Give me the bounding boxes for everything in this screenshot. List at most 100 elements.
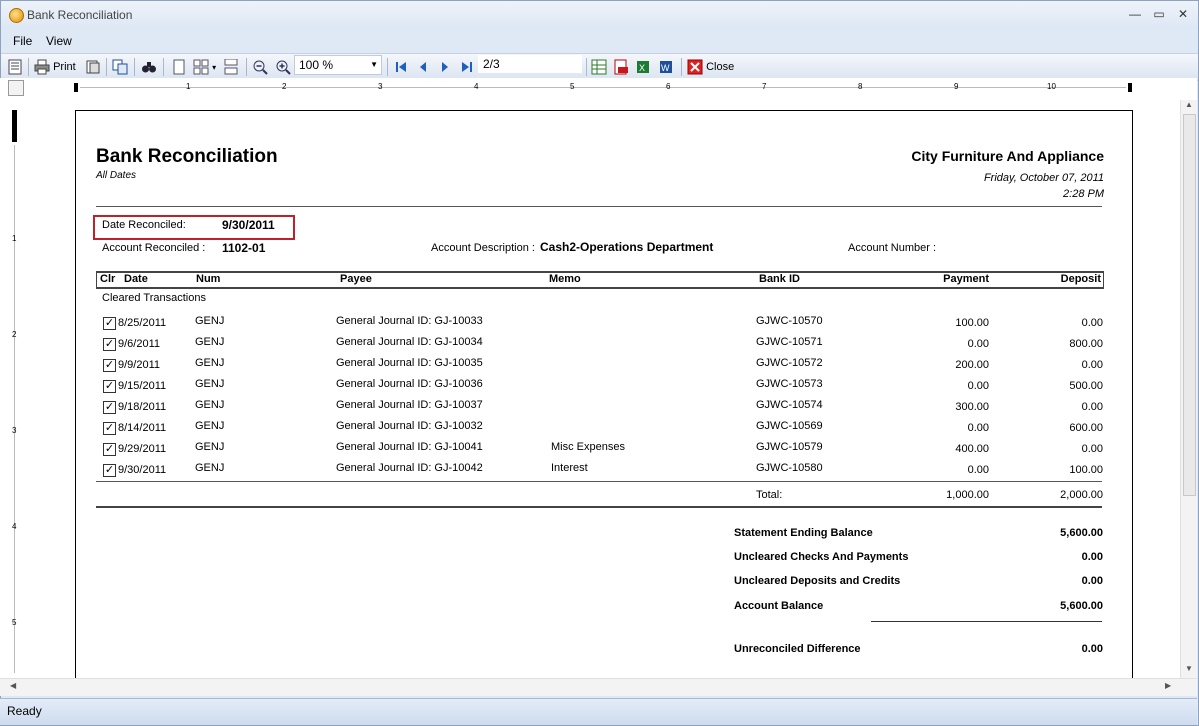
find-button[interactable] — [141, 58, 157, 76]
next-page-button[interactable] — [437, 58, 453, 76]
binoculars-icon — [142, 62, 156, 73]
scroll-up-icon[interactable]: ▲ — [1185, 100, 1193, 109]
row-payee: General Journal ID: GJ-10036 — [336, 378, 483, 390]
continuous-button[interactable] — [223, 58, 239, 76]
export-pdf-button[interactable] — [613, 58, 629, 76]
export-xls-button[interactable]: X — [635, 58, 651, 76]
row-payee: General Journal ID: GJ-10042 — [336, 462, 483, 474]
section-label: Cleared Transactions — [102, 292, 206, 304]
row-deposit: 100.00 — [1069, 464, 1103, 476]
scroll-down-icon[interactable]: ▼ — [1185, 664, 1193, 673]
toolbar-separator — [586, 58, 587, 76]
account-number-label: Account Number : — [848, 242, 937, 254]
multiple-pages-button[interactable]: ▾ — [193, 58, 216, 76]
horizontal-scrollbar[interactable]: ◀ ▶ — [0, 678, 1197, 696]
export-excel-button[interactable] — [591, 58, 607, 76]
close-report-button[interactable]: Close — [687, 58, 734, 76]
menu-bar: File View — [1, 29, 1198, 53]
toolbar: Print ▾ X W Close — [1, 53, 1198, 81]
close-icon — [687, 59, 703, 75]
page-number: 2/3 — [483, 57, 500, 71]
minimize-button[interactable]: — — [1124, 5, 1146, 23]
toolbar-separator — [246, 58, 247, 76]
row-payee: General Journal ID: GJ-10033 — [336, 315, 483, 327]
row-date: 9/15/2011 — [118, 380, 167, 392]
column-payee: Payee — [340, 273, 372, 285]
cleared-checkbox[interactable]: ✓ — [103, 380, 116, 393]
column-deposit: Deposit — [1060, 273, 1101, 285]
printer-icon — [34, 59, 50, 75]
ruler-mark: 4 — [12, 522, 17, 531]
scroll-right-icon[interactable]: ▶ — [1165, 681, 1171, 690]
cleared-checkbox[interactable]: ✓ — [103, 359, 116, 372]
scroll-left-icon[interactable]: ◀ — [10, 681, 16, 690]
row-payment: 0.00 — [967, 464, 989, 476]
zoom-in-button[interactable] — [275, 58, 291, 76]
row-payment: 0.00 — [967, 422, 989, 434]
row-payee: General Journal ID: GJ-10035 — [336, 357, 483, 369]
status-bar: Ready — [0, 698, 1197, 725]
copy-button[interactable] — [112, 58, 128, 76]
cleared-checkbox[interactable]: ✓ — [103, 443, 116, 456]
single-page-button[interactable] — [171, 58, 187, 76]
vertical-scrollbar[interactable]: ▲ ▼ — [1180, 100, 1197, 678]
header-divider — [96, 206, 1102, 207]
title-bar: Bank Reconciliation — ▭ ✕ — [1, 1, 1198, 29]
zoom-select[interactable]: 100 % ▼ — [294, 55, 382, 75]
zoom-in-icon — [276, 60, 291, 75]
zoom-out-button[interactable] — [252, 58, 268, 76]
ruler-mark: 5 — [12, 618, 17, 627]
quick-print-icon — [86, 60, 100, 74]
ruler-mark: 1 — [186, 82, 191, 91]
maximize-button[interactable]: ▭ — [1148, 5, 1170, 23]
summary-value: 5,600.00 — [1060, 527, 1103, 539]
chevron-down-icon: ▼ — [370, 60, 378, 69]
row-bank-id: GJWC-10574 — [756, 399, 823, 411]
quick-print-button[interactable] — [85, 58, 101, 76]
cleared-checkbox[interactable]: ✓ — [103, 422, 116, 435]
ruler-mark: 4 — [474, 82, 479, 91]
summary-label: Account Balance — [734, 600, 824, 612]
print-button[interactable]: Print — [34, 58, 76, 76]
toolbar-separator — [106, 58, 107, 76]
rows-divider — [96, 481, 1102, 482]
svg-text:X: X — [639, 63, 645, 73]
cleared-checkbox[interactable]: ✓ — [103, 338, 116, 351]
table-header: Clr Date Num Payee Memo Bank ID Payment … — [96, 271, 1104, 289]
export-rtf-button[interactable]: W — [658, 58, 674, 76]
row-num: GENJ — [195, 336, 225, 348]
first-page-icon — [396, 62, 406, 73]
close-label: Close — [706, 61, 735, 73]
cleared-checkbox[interactable]: ✓ — [103, 401, 116, 414]
close-window-button[interactable]: ✕ — [1172, 5, 1194, 23]
row-num: GENJ — [195, 315, 225, 327]
column-num: Num — [196, 273, 221, 285]
scroll-thumb[interactable] — [1183, 114, 1196, 496]
toolbar-separator — [163, 58, 164, 76]
summary-label: Statement Ending Balance — [734, 527, 873, 539]
pdf-icon — [614, 59, 628, 75]
account-description-label: Account Description : — [431, 242, 535, 254]
total-deposit: 2,000.00 — [1060, 489, 1103, 501]
ruler-mark: 6 — [666, 82, 671, 91]
row-date: 9/30/2011 — [118, 464, 167, 476]
row-num: GENJ — [195, 357, 225, 369]
row-date: 8/25/2011 — [118, 317, 167, 329]
print-date: Friday, October 07, 2011 — [983, 172, 1104, 184]
menu-view[interactable]: View — [46, 34, 72, 48]
last-page-button[interactable] — [459, 58, 475, 76]
row-date: 9/9/2011 — [118, 359, 161, 371]
window-title: Bank Reconciliation — [27, 8, 133, 22]
document-map-button[interactable] — [7, 58, 23, 76]
page-indicator[interactable]: 2/3 — [478, 55, 582, 73]
ruler-mark: 9 — [954, 82, 959, 91]
cleared-checkbox[interactable]: ✓ — [103, 464, 116, 477]
status-text: Ready — [7, 704, 42, 718]
previous-page-button[interactable] — [415, 58, 431, 76]
cleared-checkbox[interactable]: ✓ — [103, 317, 116, 330]
ruler-mark: 5 — [570, 82, 575, 91]
first-page-button[interactable] — [393, 58, 409, 76]
column-bank-id: Bank ID — [759, 273, 800, 285]
menu-file[interactable]: File — [13, 34, 32, 48]
summary-label: Uncleared Deposits and Credits — [734, 575, 901, 587]
